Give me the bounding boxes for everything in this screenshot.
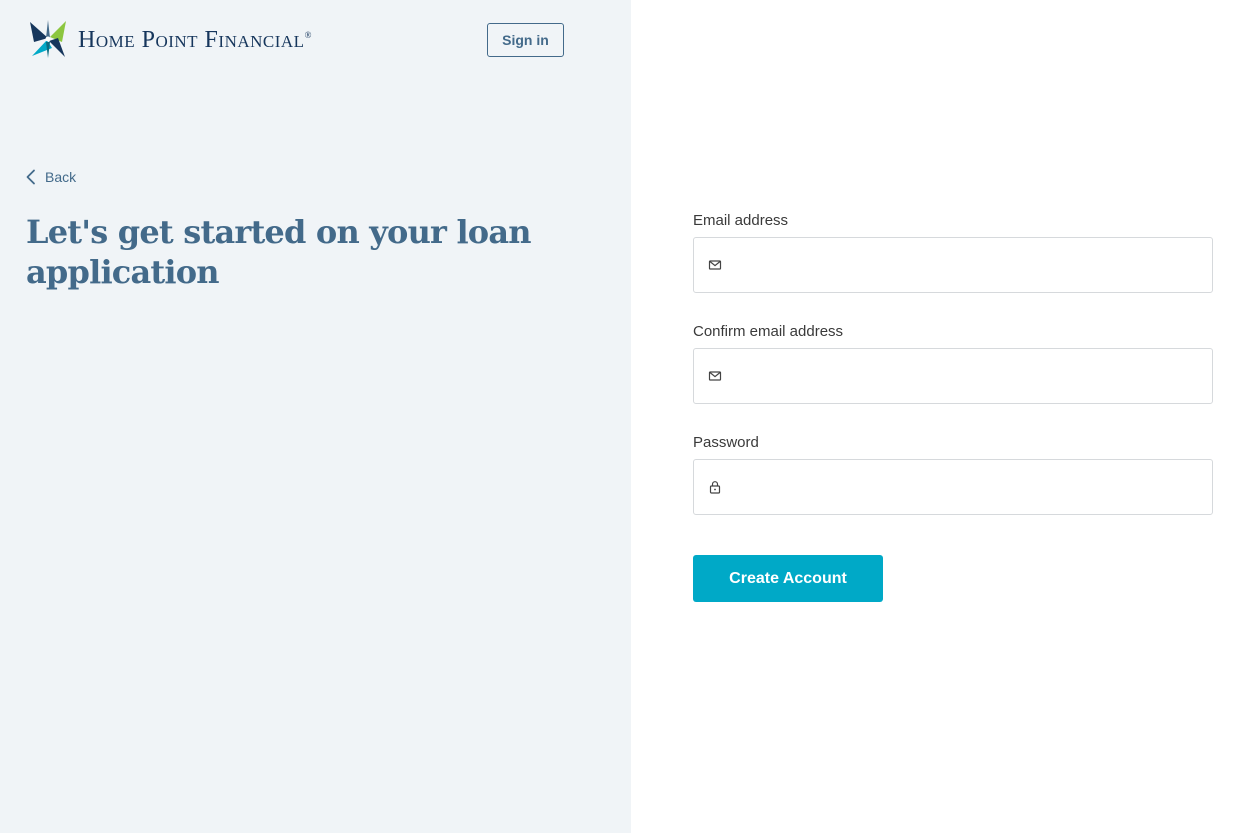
right-panel [631, 0, 1259, 833]
confirm-email-field-wrapper[interactable] [693, 348, 1213, 404]
sign-in-button[interactable]: Sign in [487, 23, 564, 57]
lock-icon [709, 481, 721, 494]
password-label: Password [693, 434, 759, 451]
password-input[interactable] [722, 460, 1212, 514]
back-label: Back [45, 169, 77, 185]
create-account-button[interactable]: Create Account [693, 555, 883, 602]
email-field-wrapper[interactable] [693, 237, 1213, 293]
page-title: Let's get started on your loan applicati… [26, 213, 532, 291]
logo-wordmark: Home Point Financial® [78, 27, 312, 53]
email-label: Email address [693, 212, 789, 229]
mail-icon [708, 260, 722, 270]
mail-icon [708, 371, 722, 381]
email-input[interactable] [722, 238, 1212, 292]
logo-mark-icon [30, 20, 66, 58]
back-link[interactable]: Back [25, 167, 76, 187]
confirm-email-label: Confirm email address [693, 323, 844, 340]
brand-logo[interactable]: Home Point Financial® [26, 18, 312, 60]
chevron-left-icon [26, 169, 35, 185]
left-panel: Home Point Financial® Sign in Back Let's… [0, 0, 631, 833]
password-field-wrapper[interactable] [693, 459, 1213, 515]
confirm-email-input[interactable] [722, 349, 1212, 403]
